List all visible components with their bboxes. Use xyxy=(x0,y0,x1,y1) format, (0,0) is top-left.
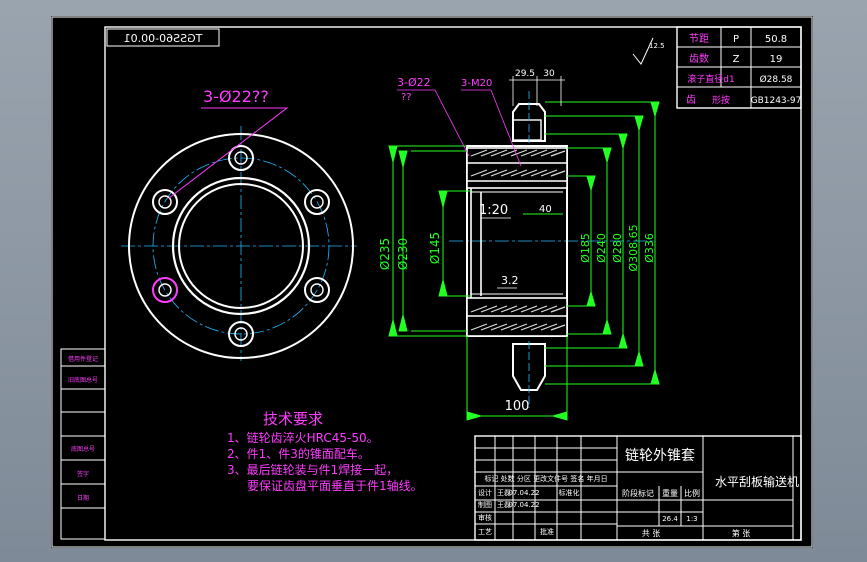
hole-callout-left: 3-Ø22?? xyxy=(203,87,269,106)
tb-check-label: 审核 xyxy=(478,513,492,522)
tb-design-label: 设计 xyxy=(478,488,492,497)
param-val-3: GB1243-97 xyxy=(751,96,802,106)
part-title: 链轮外锥套 xyxy=(625,448,695,464)
param-label-3: 齿 xyxy=(686,94,696,106)
margin-label-2: 底图总号 xyxy=(71,445,95,453)
section-view: Ø235 Ø230 Ø145 Ø185 Ø240 Ø280 Ø308.65 Ø3… xyxy=(378,37,665,421)
tech-title: 技术要求 xyxy=(263,410,323,428)
cad-viewport: TGSS60-00.01 借用件登记 旧底图总号 底图总号 签字 日期 3-Ø2… xyxy=(0,0,867,562)
param-sym-0: P xyxy=(733,34,739,45)
outer-border xyxy=(51,16,813,548)
tech-item-0: 1、链轮齿淬火HRC45-50。 xyxy=(227,430,379,445)
dim-w3: 40 xyxy=(539,204,552,215)
tb-weight-label: 重量 xyxy=(662,488,678,498)
tech-item-1: 2、件1、件3的锥面配车。 xyxy=(227,446,370,461)
tech-item-2: 3、最后链轮装与件1焊接一起， xyxy=(227,462,398,477)
tb-design-date: 07.04.22 xyxy=(508,489,539,497)
dim-w2: 30 xyxy=(543,69,555,79)
surface-finish-value: 12.5 xyxy=(649,42,665,50)
param-label-0: 节距 xyxy=(689,33,709,45)
thread-callout: 3-M20 xyxy=(461,78,492,89)
dim-d240: Ø240 xyxy=(595,233,608,263)
param-label-2: 滚子直径d1 xyxy=(687,73,734,85)
drawing-code-mirrored: TGSS60-00.01 xyxy=(124,32,204,45)
param-sym-1: Z xyxy=(733,54,740,65)
tb-sheet-no: 第 张 xyxy=(732,528,751,538)
param-label-1: 齿数 xyxy=(689,52,709,65)
section-scale: 1:20 xyxy=(479,203,508,218)
tb-stage-label: 阶段标记 xyxy=(622,488,654,498)
tb-approve-label: 批准 xyxy=(540,527,554,536)
drawing-canvas: TGSS60-00.01 借用件登记 旧底图总号 底图总号 签字 日期 3-Ø2… xyxy=(51,16,813,548)
drawing-sheet: TGSS60-00.01 借用件登记 旧底图总号 底图总号 签字 日期 3-Ø2… xyxy=(51,16,813,548)
param-val-0: 50.8 xyxy=(765,34,787,45)
dim-w1: 29.5 xyxy=(515,69,535,79)
margin-table: 借用件登记 旧底图总号 底图总号 签字 日期 xyxy=(60,348,106,540)
dim-d230: Ø230 xyxy=(396,238,410,270)
dim-d308: Ø308.65 xyxy=(627,224,640,271)
tb-draw-label: 制图 xyxy=(478,500,492,509)
margin-label-4: 日期 xyxy=(77,494,89,502)
tb-std-label: 标准化 xyxy=(559,488,580,497)
tb-sheets: 共 张 xyxy=(642,529,661,538)
dim-d185: Ø185 xyxy=(579,233,592,263)
front-view: 3-Ø22?? xyxy=(121,87,357,361)
dim-chamfer: 3.2 xyxy=(501,274,519,287)
dim-d235: Ø235 xyxy=(378,238,392,270)
tb-process-label: 工艺 xyxy=(478,528,492,536)
margin-label-3: 签字 xyxy=(77,470,89,478)
dim-d145: Ø145 xyxy=(428,232,442,264)
revision-header: 标记 处数 分区 更改文件号 签名 年月日 xyxy=(484,474,607,483)
machine-title: 水平刮板输送机 xyxy=(715,474,799,489)
param-table: 节距 P 50.8 齿数 Z 19 滚子直径d1 Ø28.58 齿 形按 GB1… xyxy=(676,26,802,109)
dim-bottom-label: 100 xyxy=(505,399,530,414)
tb-draw-date: 07.04.22 xyxy=(508,501,539,509)
hatch-bottom xyxy=(466,297,568,337)
hole-callout-sec-q: ?? xyxy=(401,92,412,103)
dim-d336: Ø336 xyxy=(643,233,656,263)
tb-weight: 26.4 xyxy=(662,515,678,523)
tb-scale: 1:3 xyxy=(686,515,697,523)
tech-requirements: 技术要求 1、链轮齿淬火HRC45-50。 2、件1、件3的锥面配车。 3、最后… xyxy=(227,410,423,493)
param-sym-3: 形按 xyxy=(712,94,730,106)
tb-scale-label: 比例 xyxy=(684,488,700,498)
tech-item-3: 要保证齿盘平面垂直于件1轴线。 xyxy=(247,478,423,493)
code-box: TGSS60-00.01 xyxy=(106,28,220,47)
dim-d280: Ø280 xyxy=(611,233,624,263)
param-val-2: Ø28.58 xyxy=(760,74,793,85)
margin-label-0: 借用件登记 xyxy=(68,355,98,363)
hole-callout-sec: 3-Ø22 xyxy=(397,76,431,89)
margin-label-1: 旧底图总号 xyxy=(68,376,98,384)
param-val-1: 19 xyxy=(770,54,783,65)
hatch-top xyxy=(466,147,568,189)
